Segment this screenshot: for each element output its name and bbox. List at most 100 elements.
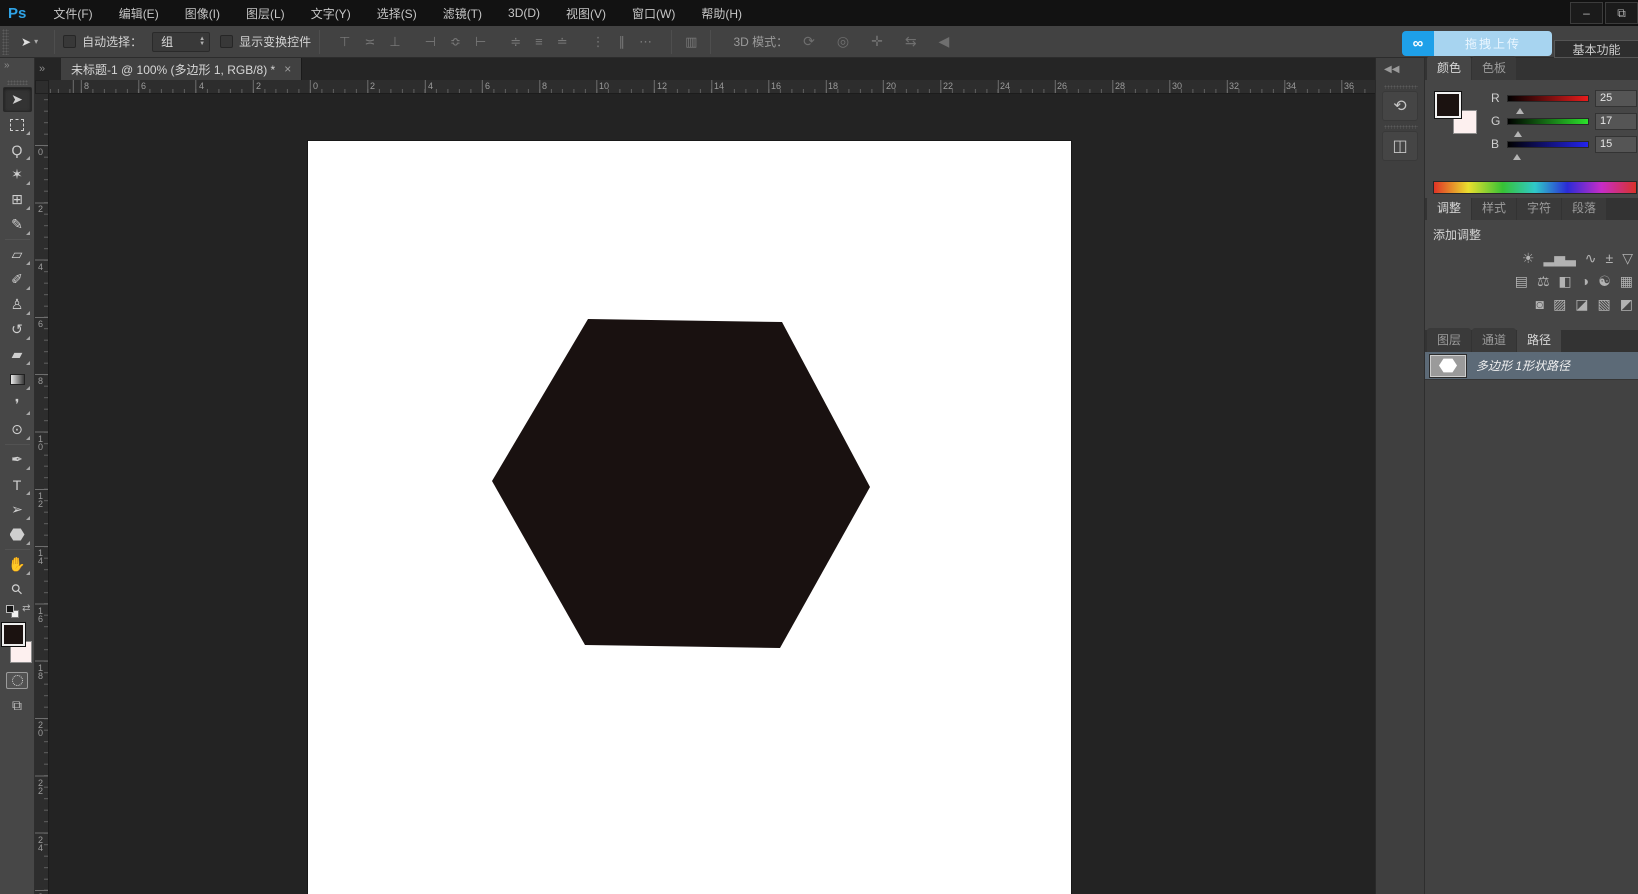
quick-mask-button[interactable] (6, 672, 28, 689)
layers-tab-路径[interactable]: 路径 (1517, 328, 1561, 352)
dock-collapse-icon[interactable]: ◀◀ (1384, 64, 1399, 75)
align-horizontal-centers-icon[interactable]: ≎ (445, 34, 466, 50)
adjust-tab-样式[interactable]: 样式 (1472, 196, 1516, 220)
tab-overflow-icon[interactable]: » (35, 58, 61, 80)
history-brush-tool[interactable]: ↺ (3, 317, 32, 342)
layers-tab-通道[interactable]: 通道 (1472, 328, 1516, 352)
exposure-icon[interactable]: ± (1606, 251, 1614, 265)
move-tool[interactable]: ➤ (3, 87, 32, 112)
type-tool[interactable]: T (3, 472, 32, 497)
eraser-tool[interactable]: ▰ (3, 342, 32, 367)
gradient-map-icon[interactable]: ▧ (1598, 297, 1611, 311)
vibrance-icon[interactable]: ▽ (1622, 251, 1633, 265)
brush-tool[interactable]: ✐ (3, 267, 32, 292)
menu-item-help[interactable]: 帮助(H) (688, 0, 755, 26)
drag-upload-button[interactable]: 拖拽上传 (1434, 31, 1552, 56)
align-top-edges-icon[interactable]: ⊤ (334, 34, 355, 50)
distribute-right-edges-icon[interactable]: ⋯ (634, 34, 657, 50)
rectangular-marquee-tool[interactable] (3, 112, 32, 137)
distribute-vertical-centers-icon[interactable]: ≡ (530, 34, 548, 50)
auto-select-checkbox[interactable] (63, 35, 76, 48)
path-selection-tool[interactable]: ➢ (3, 497, 32, 522)
lasso-tool[interactable]: Ϙ (3, 137, 32, 162)
color-spectrum-ramp[interactable] (1433, 181, 1637, 194)
align-bottom-edges-icon[interactable]: ⊥ (384, 34, 405, 50)
magic-wand-tool[interactable]: ✶ (3, 162, 32, 187)
pen-tool[interactable]: ✒ (3, 447, 32, 472)
menu-item-3d[interactable]: 3D(D) (495, 0, 553, 26)
document-tab[interactable]: 未标题-1 @ 100% (多边形 1, RGB/8) * × (61, 58, 302, 80)
adjust-tab-段落[interactable]: 段落 (1562, 196, 1606, 220)
clone-stamp-tool[interactable]: ♙ (3, 292, 32, 317)
tab-close-icon[interactable]: × (284, 62, 291, 76)
3d-panel-button[interactable]: ◫ (1382, 131, 1418, 161)
slider-thumb-icon[interactable] (1514, 127, 1522, 137)
swap-colors-icon[interactable]: ⇄ (22, 603, 30, 614)
cloud-upload-group[interactable]: ∞ 拖拽上传 (1402, 31, 1552, 56)
crop-tool[interactable]: ⊞ (3, 187, 32, 212)
adjust-tab-字符[interactable]: 字符 (1517, 196, 1561, 220)
align-vertical-centers-icon[interactable]: ≍ (359, 34, 380, 50)
distribute-horizontal-centers-icon[interactable]: ∥ (614, 34, 631, 50)
black-white-icon[interactable]: ◧ (1559, 274, 1572, 288)
align-left-edges-icon[interactable]: ⊣ (420, 34, 441, 50)
channel-mixer-icon[interactable]: ☯ (1598, 274, 1611, 288)
path-list-item[interactable]: 多边形 1形状路径 (1425, 352, 1638, 380)
gradient-tool[interactable] (3, 367, 32, 392)
slider-thumb-icon[interactable] (1516, 104, 1524, 114)
restore-button[interactable]: ⧉ (1605, 2, 1638, 24)
menu-item-select[interactable]: 选择(S) (364, 0, 430, 26)
threshold-icon[interactable]: ◪ (1575, 297, 1588, 311)
brightness-contrast-icon[interactable]: ☀ (1522, 251, 1535, 265)
menu-item-filter[interactable]: 滤镜(T) (430, 0, 495, 26)
distribute-bottom-edges-icon[interactable]: ≐ (552, 34, 573, 50)
vertical-ruler[interactable]: 024681 01 21 41 61 82 02 22 42 6 (35, 94, 49, 894)
current-tool-preview[interactable]: ➤ ▾ (13, 35, 46, 49)
menu-item-image[interactable]: 图像(I) (172, 0, 233, 26)
color-tab-颜色[interactable]: 颜色 (1427, 56, 1471, 80)
screen-mode-button[interactable]: ⧉ (12, 697, 22, 714)
distribute-top-edges-icon[interactable]: ≑ (505, 34, 526, 50)
shape-tool-polygon[interactable] (3, 522, 32, 547)
show-transform-checkbox[interactable] (220, 35, 233, 48)
color-tab-色板[interactable]: 色板 (1472, 56, 1516, 80)
menu-item-view[interactable]: 视图(V) (553, 0, 619, 26)
menu-item-window[interactable]: 窗口(W) (619, 0, 688, 26)
curves-icon[interactable]: ∿ (1585, 251, 1597, 265)
invert-icon[interactable]: ◙ (1536, 297, 1544, 311)
panel-foreground-swatch[interactable] (1435, 92, 1461, 118)
healing-brush-tool[interactable]: ▱ (3, 242, 32, 267)
workspace-switcher-button[interactable]: 基本功能 (1554, 40, 1638, 58)
minimize-button[interactable]: – (1570, 2, 1603, 24)
polygon-shape[interactable] (308, 141, 1071, 894)
channel-value-r[interactable]: 25 (1595, 90, 1637, 107)
horizontal-ruler[interactable]: 8642024681012141618202224262830323436 (49, 80, 1375, 94)
blur-tool[interactable]: ❜ (3, 392, 32, 417)
default-colors-icon[interactable] (6, 605, 14, 613)
posterize-icon[interactable]: ▨ (1553, 297, 1566, 311)
history-panel-button[interactable]: ⟲ (1382, 91, 1418, 121)
channel-value-g[interactable]: 17 (1595, 113, 1637, 130)
hand-tool[interactable]: ✋ (3, 552, 32, 577)
menu-item-edit[interactable]: 编辑(E) (106, 0, 172, 26)
toolbar-collapse-icon[interactable]: » (0, 58, 34, 80)
layers-tab-图层[interactable]: 图层 (1427, 328, 1471, 352)
slider-thumb-icon[interactable] (1513, 150, 1521, 160)
auto-align-layers-icon[interactable]: ▥ (680, 34, 702, 50)
dodge-tool[interactable]: ⊙ (3, 417, 32, 442)
color-balance-icon[interactable]: ⚖ (1537, 274, 1550, 288)
channel-value-b[interactable]: 15 (1595, 136, 1637, 153)
adjust-tab-调整[interactable]: 调整 (1427, 196, 1471, 220)
menu-item-type[interactable]: 文字(Y) (298, 0, 364, 26)
selective-color-icon[interactable]: ◩ (1620, 297, 1633, 311)
color-lookup-icon[interactable]: ▦ (1620, 274, 1633, 288)
ruler-corner[interactable] (35, 80, 49, 94)
zoom-tool[interactable]: ⚲ (3, 577, 32, 602)
foreground-color-swatch[interactable] (2, 623, 25, 646)
document-canvas[interactable] (308, 141, 1071, 894)
photo-filter-icon[interactable]: ◑ (1581, 274, 1589, 288)
menu-item-file[interactable]: 文件(F) (40, 0, 105, 26)
eyedropper-tool[interactable]: ✎ (3, 212, 32, 237)
menu-item-layer[interactable]: 图层(L) (233, 0, 298, 26)
distribute-left-edges-icon[interactable]: ⋮ (587, 34, 610, 50)
